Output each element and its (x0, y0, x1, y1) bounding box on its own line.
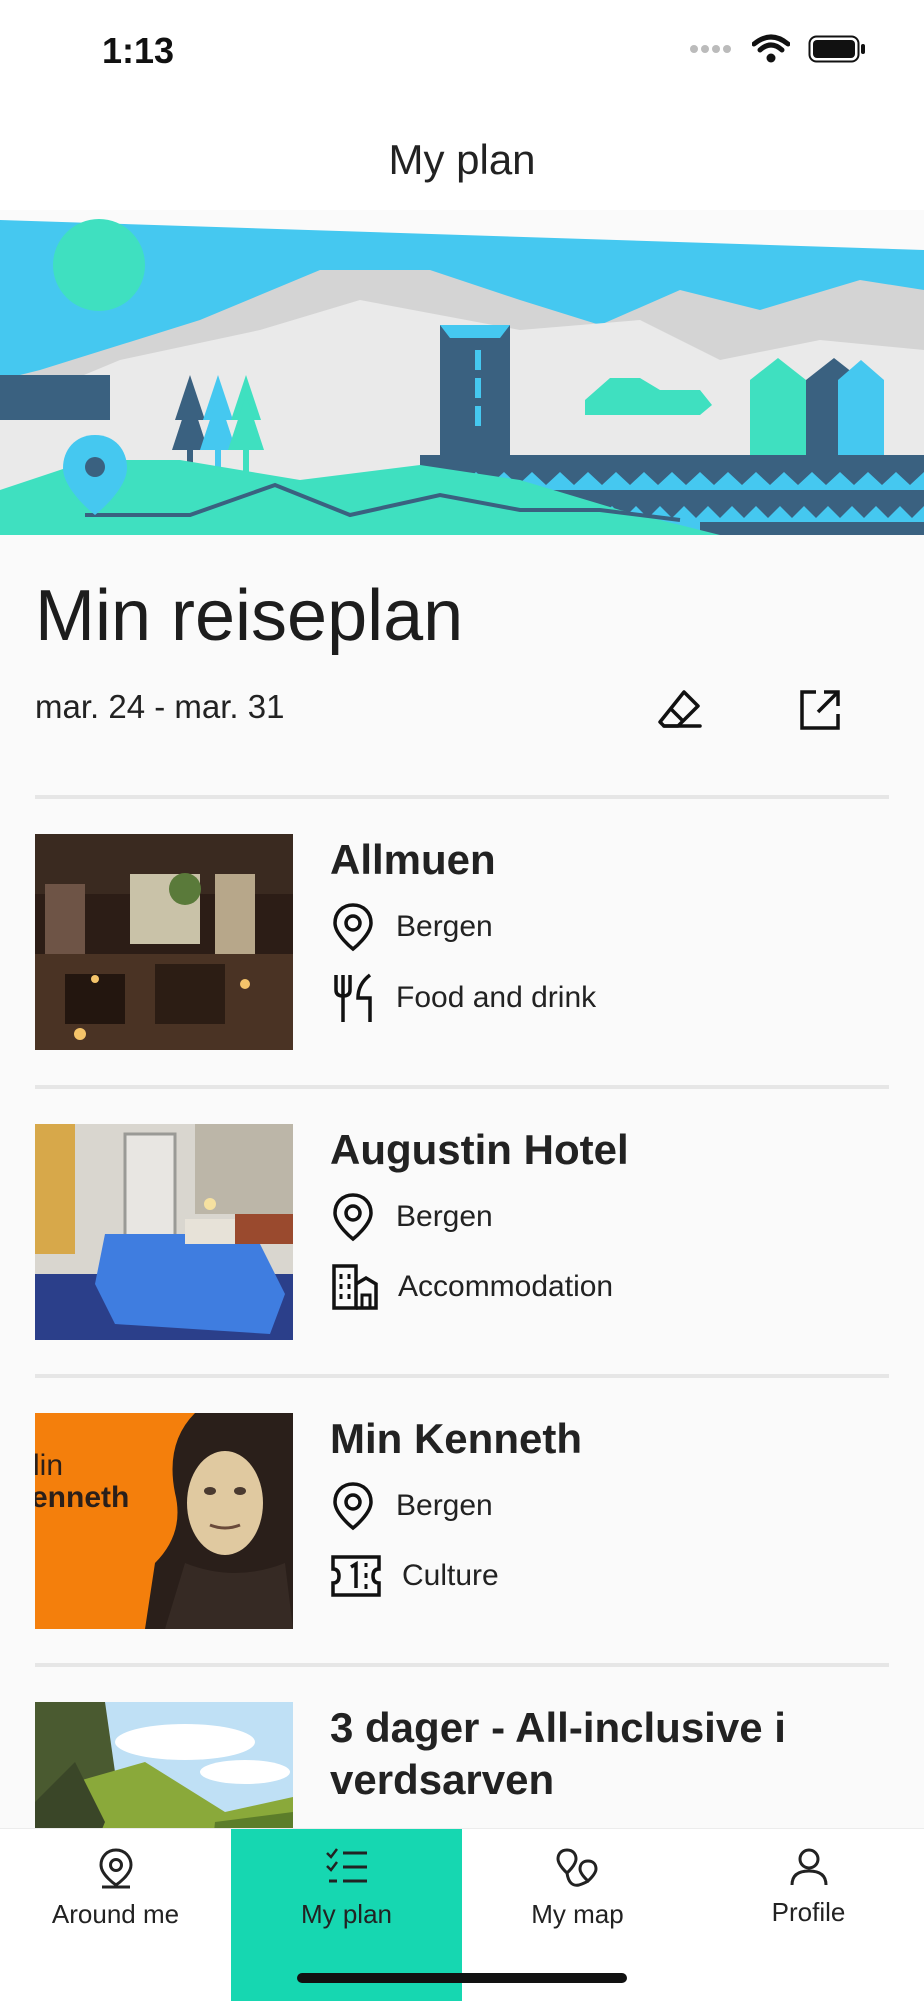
status-bar: 1:13 (0, 0, 924, 100)
item-location-text: Bergen (396, 1489, 493, 1522)
tab-label: My map (531, 1899, 624, 1929)
checklist-icon (231, 1847, 462, 1887)
item-image (35, 834, 293, 1050)
item-category: Food and drink (330, 972, 596, 1024)
plan-item[interactable]: lin enneth Min Kenneth Bergen Culture (35, 1413, 889, 1629)
person-icon (693, 1847, 924, 1887)
item-image (35, 1124, 293, 1340)
location-pin-icon (333, 903, 373, 952)
plan-item[interactable]: Allmuen Bergen Food and drink (35, 834, 889, 1050)
item-location: Bergen (330, 1481, 493, 1531)
tab-profile[interactable]: Profile (693, 1829, 924, 2001)
hero-illustration (0, 210, 924, 565)
edit-button[interactable] (650, 680, 710, 740)
divider (35, 1374, 889, 1378)
status-time: 1:13 (102, 30, 175, 71)
location-pin-icon (333, 1193, 373, 1242)
tab-label: My plan (300, 1899, 393, 1929)
divider (35, 1085, 889, 1089)
home-indicator (297, 1973, 627, 1983)
plan-title: Min reiseplan (35, 576, 464, 656)
share-button[interactable] (790, 680, 850, 740)
item-category: Accommodation (330, 1262, 613, 1312)
item-category: Culture (330, 1551, 499, 1601)
page-title: My plan (388, 136, 536, 183)
eraser-icon (658, 690, 702, 728)
signal-icon (690, 45, 731, 53)
tab-label: Profile (771, 1897, 846, 1927)
building-icon (332, 1264, 378, 1310)
divider (35, 795, 889, 799)
item-location: Bergen (330, 1192, 493, 1242)
item-name: Augustin Hotel (330, 1126, 629, 1173)
battery-icon (808, 35, 865, 63)
tab-label: Around me (51, 1899, 180, 1929)
map-pins-icon (462, 1847, 693, 1891)
item-category-text: Food and drink (396, 981, 597, 1014)
wifi-icon (752, 34, 790, 63)
ticket-icon (331, 1555, 381, 1597)
item-name: Min Kenneth (330, 1415, 582, 1462)
plan-item[interactable]: Augustin Hotel Bergen Accommodation (35, 1124, 889, 1340)
plan-dates: mar. 24 - mar. 31 (35, 688, 285, 725)
divider (35, 1663, 889, 1667)
status-icons (690, 34, 866, 64)
item-name: Allmuen (330, 836, 496, 883)
tab-around-me[interactable]: Around me (0, 1829, 231, 2001)
item-category-text: Culture (402, 1559, 499, 1592)
location-pin-icon (333, 1482, 373, 1531)
external-link-icon (800, 690, 840, 730)
item-name: 3 dager - All-inclusive i verdsarven (330, 1704, 786, 1803)
item-location-text: Bergen (396, 910, 493, 943)
item-image: lin enneth (35, 1413, 293, 1629)
thumb-text-top: lin (35, 1449, 63, 1482)
nav-bar: My plan (0, 100, 924, 210)
location-pin-icon (0, 1847, 231, 1889)
thumb-text: enneth (35, 1481, 129, 1514)
item-location-text: Bergen (396, 1200, 493, 1233)
fork-knife-icon (334, 973, 372, 1022)
item-location: Bergen (330, 902, 493, 952)
item-category-text: Accommodation (398, 1270, 614, 1303)
